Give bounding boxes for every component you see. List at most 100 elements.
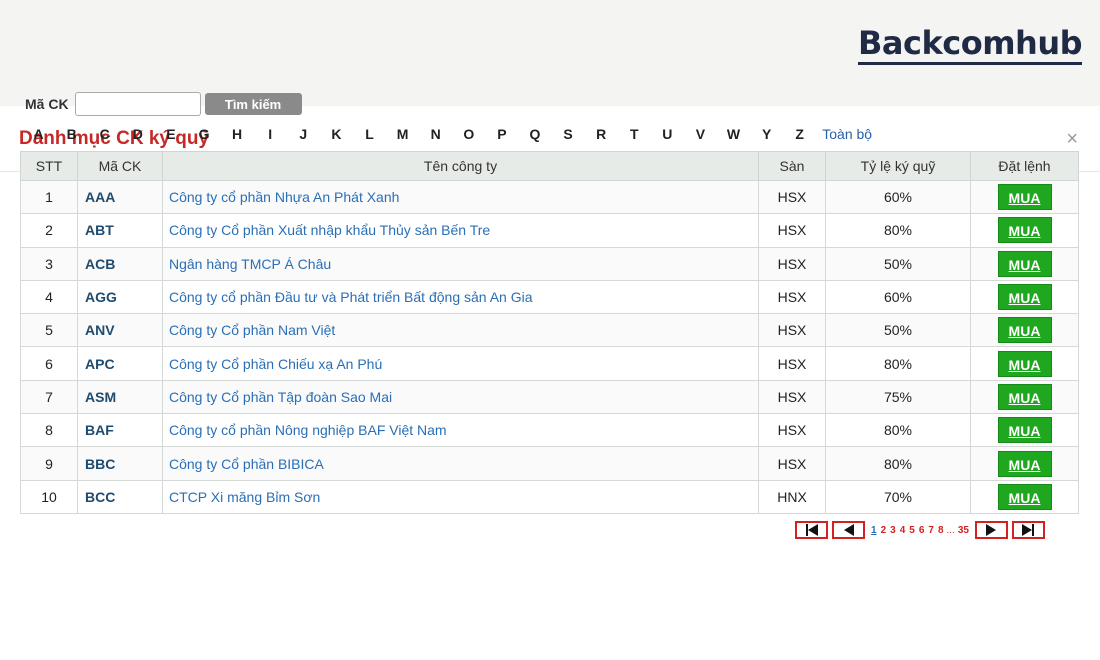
letter-filter-t[interactable]: T (618, 126, 651, 142)
row-company-link[interactable]: Công ty cổ phần Nhựa An Phát Xanh (169, 189, 399, 205)
show-all-link[interactable]: Toàn bộ (822, 126, 872, 142)
row-order-cell: MUA (970, 213, 1079, 248)
letter-filter-j[interactable]: J (287, 126, 320, 142)
row-exchange: HSX (758, 313, 826, 348)
row-exchange: HSX (758, 413, 826, 448)
letter-filter-p[interactable]: P (485, 126, 518, 142)
page-number-2[interactable]: 2 (881, 525, 887, 536)
row-margin-ratio: 60% (825, 279, 971, 315)
buy-button[interactable]: MUA (997, 184, 1052, 211)
page-number-4[interactable]: 4 (900, 525, 906, 536)
row-company-link[interactable]: Công ty Cổ phần Xuất nhập khẩu Thủy sản … (169, 222, 490, 238)
search-button[interactable]: Tìm kiếm (204, 93, 302, 115)
letter-filter-y[interactable]: Y (750, 126, 783, 142)
row-stock-code: AAA (77, 179, 163, 215)
table-row: 10 BCC CTCP Xi măng Bỉm Sơn HNX 70% MUA (20, 479, 1079, 514)
letter-filter-i[interactable]: I (254, 126, 287, 142)
page-header-band: Backcomhub (0, 0, 1100, 106)
page-number-last[interactable]: 35 (958, 525, 969, 536)
search-input[interactable] (74, 92, 201, 116)
letter-filter-g[interactable]: G (187, 126, 220, 142)
buy-button[interactable]: MUA (997, 284, 1052, 311)
letter-filter-z[interactable]: Z (783, 126, 816, 142)
table-row: 2 ABT Công ty Cổ phần Xuất nhập khẩu Thủy … (20, 213, 1079, 248)
prev-page-button[interactable] (832, 521, 865, 539)
buy-button[interactable]: MUA (997, 250, 1052, 277)
letter-filter-h[interactable]: H (221, 126, 254, 142)
row-company-link[interactable]: Công ty Cổ phần Chiếu xạ An Phú (169, 356, 382, 372)
letter-filter-u[interactable]: U (651, 126, 684, 142)
first-page-button[interactable] (795, 521, 828, 539)
letter-filter-a[interactable]: A (22, 126, 55, 142)
buy-button[interactable]: MUA (997, 350, 1052, 377)
letter-filter-k[interactable]: K (320, 126, 353, 142)
buy-button[interactable]: MUA (997, 483, 1052, 510)
letter-filter-c[interactable]: C (88, 126, 121, 142)
buy-button[interactable]: MUA (997, 450, 1052, 477)
close-icon[interactable]: × (1066, 128, 1078, 151)
letter-filter-e[interactable]: E (154, 126, 187, 142)
logo-text: Backcomhub (858, 24, 1083, 65)
row-margin-ratio: 50% (825, 313, 971, 348)
letter-filter-r[interactable]: R (585, 126, 618, 142)
row-company-link[interactable]: Công ty cổ phần Nông nghiệp BAF Việt Nam (169, 422, 447, 438)
header-order: Đặt lệnh (970, 151, 1079, 181)
page-number-5[interactable]: 5 (909, 525, 915, 536)
letter-filter-s[interactable]: S (552, 126, 585, 142)
table-row: 9 BBC Công ty Cổ phần BIBICA HSX 80% MUA (20, 446, 1079, 481)
letter-filter-l[interactable]: L (353, 126, 386, 142)
row-exchange: HSX (758, 213, 826, 248)
page-number-3[interactable]: 3 (890, 525, 896, 536)
margin-stock-table: STT Mã CK Tên công ty Sàn Tỷ lệ ký quỹ Đ… (20, 151, 1079, 514)
row-exchange: HSX (758, 379, 826, 415)
letter-filter-b[interactable]: B (55, 126, 88, 142)
letter-filter-w[interactable]: W (717, 126, 750, 142)
header-exchange: Sàn (758, 151, 826, 181)
row-company-link[interactable]: Ngân hàng TMCP Á Châu (169, 256, 331, 272)
page-number-6[interactable]: 6 (919, 525, 925, 536)
buy-button[interactable]: MUA (997, 317, 1052, 344)
buy-button[interactable]: MUA (997, 383, 1052, 410)
row-order-cell: MUA (970, 279, 1079, 315)
letter-filter-m[interactable]: M (386, 126, 419, 142)
table-row: 6 APC Công ty Cổ phần Chiếu xạ An Phú HSX 80… (20, 346, 1079, 381)
row-stock-code: BBC (77, 446, 163, 481)
row-stt: 3 (20, 246, 78, 281)
row-company-link[interactable]: CTCP Xi măng Bỉm Sơn (169, 489, 320, 505)
page-number-8[interactable]: 8 (938, 525, 944, 536)
last-page-button[interactable] (1011, 521, 1045, 539)
row-order-cell: MUA (970, 446, 1079, 481)
row-company-link[interactable]: Công ty Cổ phần BIBICA (169, 456, 324, 472)
row-margin-ratio: 50% (825, 246, 971, 281)
page-number-1[interactable]: 1 (871, 525, 877, 536)
row-stock-code: APC (77, 346, 163, 381)
row-stt: 9 (20, 446, 78, 481)
row-company-link[interactable]: Công ty Cổ phần Nam Việt (169, 322, 335, 338)
next-page-button[interactable] (974, 521, 1008, 539)
row-margin-ratio: 75% (825, 379, 971, 415)
search-row: Mã CK Tìm kiếm (25, 92, 302, 116)
row-stt: 4 (20, 279, 78, 315)
page-number-7[interactable]: 7 (928, 525, 934, 536)
letter-filter-v[interactable]: V (684, 126, 717, 142)
buy-button[interactable]: MUA (997, 417, 1052, 444)
row-company-cell: Công ty cổ phần Nhựa An Phát Xanh (162, 179, 759, 215)
buy-button[interactable]: MUA (997, 217, 1052, 244)
row-margin-ratio: 70% (825, 479, 971, 514)
letter-filter-n[interactable]: N (419, 126, 452, 142)
letter-filter-q[interactable]: Q (518, 126, 551, 142)
table-row: 7 ASM Công ty Cổ phần Tập đoàn Sao Mai HSX 7… (20, 379, 1079, 415)
row-company-cell: Công ty Cổ phần BIBICA (162, 446, 759, 481)
letter-filter-o[interactable]: O (452, 126, 485, 142)
row-exchange: HNX (758, 479, 826, 514)
row-company-link[interactable]: Công ty Cổ phần Tập đoàn Sao Mai (169, 389, 392, 405)
row-order-cell: MUA (970, 313, 1079, 348)
row-exchange: HSX (758, 179, 826, 215)
row-exchange: HSX (758, 446, 826, 481)
letter-filter-d[interactable]: D (121, 126, 154, 142)
page-ellipsis: ... (946, 524, 955, 536)
row-company-link[interactable]: Công ty cổ phần Đầu tư và Phát triển Bất… (169, 289, 533, 305)
row-stock-code: ANV (77, 313, 163, 348)
row-order-cell: MUA (970, 379, 1079, 415)
next-page-icon (986, 524, 997, 536)
